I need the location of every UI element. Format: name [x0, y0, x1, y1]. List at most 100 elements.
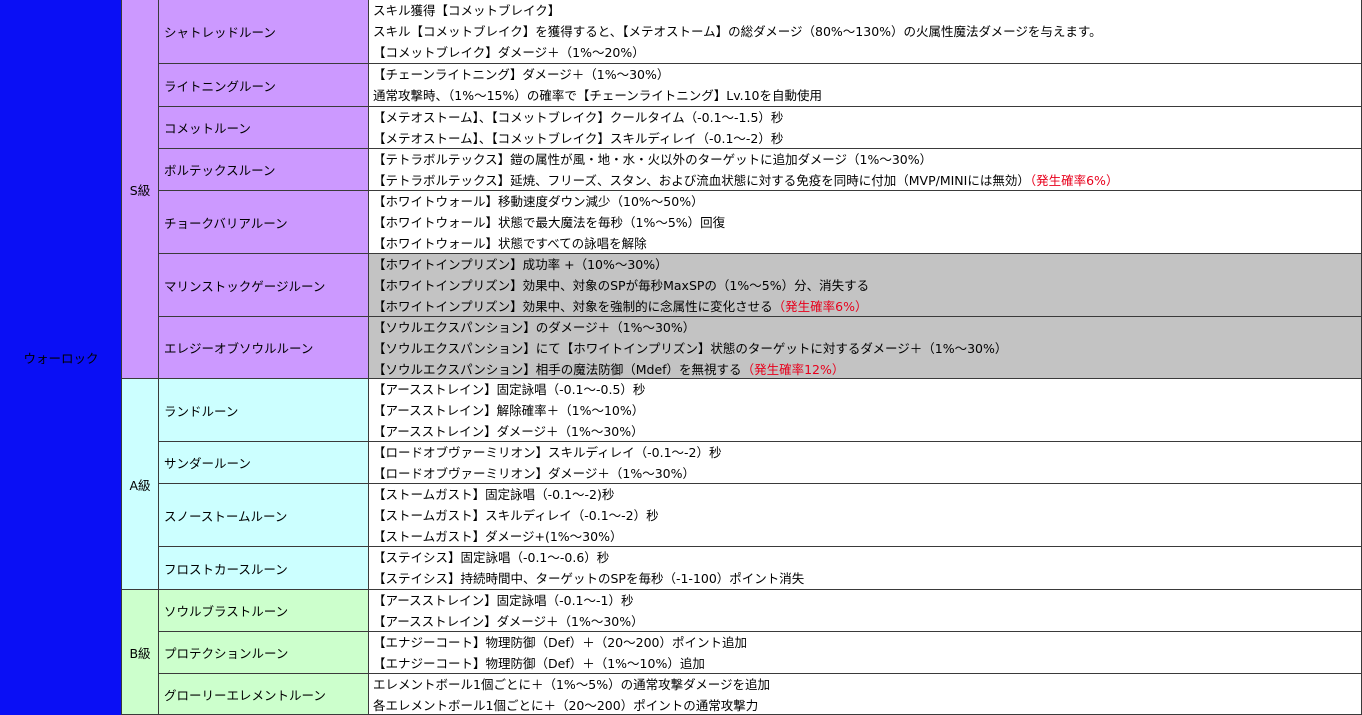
rune-name: グローリーエレメントルーン — [164, 687, 326, 703]
rune-name: マリンストックゲージルーン — [164, 278, 326, 294]
effect-line: 【ソウルエクスパンション】相手の魔法防御（Mdef）を無視する（発生確率12%） — [373, 359, 1362, 380]
rune-effect-cell: 【ホワイトウォール】移動速度ダウン減少（10%～50%） 【ホワイトウォール】状態… — [369, 191, 1362, 254]
effect-line: 【チェーンライトニング】ダメージ＋（1%～30%） — [373, 64, 1362, 85]
effect-text: 【アースストレイン】ダメージ＋（1%～30%） — [373, 614, 644, 629]
grade-label: S級 — [129, 182, 151, 198]
rune-name-cell: エレジーオブソウルルーン — [159, 317, 369, 379]
effect-line: 【ロードオブヴァーミリオン】スキルディレイ（-0.1～-2）秒 — [373, 442, 1362, 463]
effect-text: 【ホワイトウォール】移動速度ダウン減少（10%～50%） — [373, 194, 704, 209]
effect-line: 【アースストレイン】ダメージ＋（1%～30%） — [373, 611, 1362, 632]
rune-effect-cell: 【ホワイトインプリズン】成功率 +（10%～30%） 【ホワイトインプリズン】効果… — [369, 254, 1362, 317]
rune-table: ウォーロック S級 A級 B級 シャトレッドルーン スキル獲得【コメットブレイク】… — [0, 0, 1362, 715]
rune-name-cell: ソウルブラストルーン — [159, 590, 369, 632]
effect-text: 【エナジーコート】物理防御（Def）＋（20～200）ポイント追加 — [373, 635, 747, 650]
rune-name: スノーストームルーン — [164, 508, 288, 524]
rune-effect-cell: 【テトラボルテックス】鎧の属性が風・地・水・火以外のターゲットに追加ダメージ（1… — [369, 149, 1362, 191]
effect-line: 【ストームガスト】固定詠唱（-0.1～-2)秒 — [373, 484, 1362, 505]
rune-name: エレジーオブソウルルーン — [164, 341, 314, 356]
rune-name-cell: プロテクションルーン — [159, 632, 369, 674]
effect-line: 【ホワイトウォール】状態ですべての詠唱を解除 — [373, 233, 1362, 254]
rune-effect-cell: 【メテオストーム】、【コメットブレイク】クールタイム（-0.1～-1.5）秒【メ… — [369, 107, 1362, 149]
effect-line: 【ソウルエクスパンション】にて【ホワイトインプリズン】状態のターゲットに対するダ… — [373, 338, 1362, 359]
effect-line: 【メテオストーム】、【コメットブレイク】スキルディレイ（-0.1～-2）秒 — [373, 128, 1362, 149]
effect-line: 【エナジーコート】物理防御（Def）＋（1%～10%）追加 — [373, 653, 1362, 674]
grade-a-cell: A級 — [122, 379, 159, 590]
rune-name-cell: スノーストームルーン — [159, 484, 369, 547]
effect-line: 【メテオストーム】、【コメットブレイク】クールタイム（-0.1～-1.5）秒 — [373, 107, 1362, 128]
rune-effect-cell: 【ロードオブヴァーミリオン】スキルディレイ（-0.1～-2）秒 【ロードオブヴァー… — [369, 442, 1362, 484]
rune-name-cell: ランドルーン — [159, 379, 369, 442]
effect-line: スキル【コメットブレイク】を獲得すると、【メテオストーム】の総ダメージ（80%～… — [373, 21, 1362, 42]
class-name: ウォーロック — [23, 351, 99, 366]
effect-text: 【ステイシス】固定詠唱（-0.1～-0.6）秒 — [373, 550, 610, 565]
effect-line: 【ホワイトウォール】移動速度ダウン減少（10%～50%） — [373, 191, 1362, 212]
effect-text: スキル獲得【コメットブレイク】 — [373, 3, 561, 18]
effect-text: 【ソウルエクスパンション】のダメージ＋（1%～30%） — [373, 320, 696, 335]
grade-s-cell: S級 — [122, 0, 159, 379]
effect-line: 【ホワイトインプリズン】効果中、対象を強制的に念属性に変化させる（発生確率6%） — [373, 296, 1362, 317]
effect-line: 【ロードオブヴァーミリオン】ダメージ＋（1%～30%） — [373, 463, 1362, 484]
grade-b-cell: B級 — [122, 590, 159, 715]
rune-name: サンダールーン — [164, 456, 251, 471]
effect-line: 【アースストレイン】固定詠唱（-0.1～-1）秒 — [373, 590, 1362, 611]
effect-text: 【アースストレイン】ダメージ＋（1%～30%） — [373, 424, 644, 439]
rune-name-cell: マリンストックゲージルーン — [159, 254, 369, 317]
effect-line: 【ステイシス】持続時間中、ターゲットのSPを毎秒（-1-100）ポイント消失 — [373, 568, 1362, 589]
proc-chance-text: （発生確率6%） — [772, 299, 868, 314]
effect-text: 通常攻撃時、（1%～15%）の確率で【チェーンライトニング】Lv.10を自動使用 — [373, 88, 823, 103]
effect-text: 【ロードオブヴァーミリオン】スキルディレイ（-0.1～-2）秒 — [373, 445, 722, 460]
effect-text: 【ホワイトインプリズン】成功率 +（10%～30%） — [373, 257, 668, 272]
rune-effect-cell: 【チェーンライトニング】ダメージ＋（1%～30%） 通常攻撃時、（1%～15%）の… — [369, 64, 1362, 107]
effect-line: エレメントボール1個ごとに＋（1%～5%）の通常攻撃ダメージを追加 — [373, 674, 1362, 695]
effect-line: 【ホワイトインプリズン】成功率 +（10%～30%） — [373, 254, 1362, 275]
effect-line: 【アースストレイン】固定詠唱（-0.1～-0.5）秒 — [373, 379, 1362, 400]
effect-text: 【エナジーコート】物理防御（Def）＋（1%～10%）追加 — [373, 656, 705, 671]
effect-line: 【アースストレイン】解除確率＋（1%～10%） — [373, 400, 1362, 421]
proc-chance-text: （発生確率6%） — [1029, 173, 1119, 188]
effect-text: 【ストームガスト】ダメージ+(1%～30%） — [373, 529, 623, 544]
effect-text: 【ホワイトインプリズン】効果中、対象を強制的に念属性に変化させる — [373, 299, 773, 314]
rune-name: ボルテックスルーン — [164, 163, 276, 178]
effect-text: 【ストームガスト】固定詠唱（-0.1～-2)秒 — [373, 487, 615, 502]
effect-text: 【コメットブレイク】ダメージ＋（1%～20%） — [373, 45, 645, 60]
effect-text: 【ホワイトウォール】状態ですべての詠唱を解除 — [373, 236, 647, 251]
rune-name-cell: シャトレッドルーン — [159, 0, 369, 64]
grade-label: A級 — [129, 477, 151, 493]
effect-text: 各エレメントボール1個ごとに＋（20～200）ポイントの通常攻撃力 — [373, 698, 759, 713]
grade-label: B級 — [129, 645, 151, 661]
effect-text: 【アースストレイン】固定詠唱（-0.1～-0.5）秒 — [373, 382, 646, 397]
effect-line: 【テトラボルテックス】鎧の属性が風・地・水・火以外のターゲットに追加ダメージ（1… — [373, 149, 1362, 170]
rune-name: プロテクションルーン — [164, 646, 289, 661]
rune-name-cell: コメットルーン — [159, 107, 369, 149]
rune-name: フロストカースルーン — [164, 561, 288, 577]
effect-line: 各エレメントボール1個ごとに＋（20～200）ポイントの通常攻撃力 — [373, 695, 1362, 715]
effect-text: 【アースストレイン】解除確率＋（1%～10%） — [373, 403, 645, 418]
rune-name-cell: サンダールーン — [159, 442, 369, 484]
rune-effect-cell: スキル獲得【コメットブレイク】スキル【コメットブレイク】を獲得すると、【メテオス… — [369, 0, 1362, 64]
rune-effect-cell: 【ソウルエクスパンション】のダメージ＋（1%～30%） 【ソウルエクスパンション】… — [369, 317, 1362, 379]
effect-line: 【アースストレイン】ダメージ＋（1%～30%） — [373, 421, 1362, 442]
effect-text: 【ソウルエクスパンション】にて【ホワイトインプリズン】状態のターゲットに対するダ… — [373, 341, 1008, 356]
effect-text: 【アースストレイン】固定詠唱（-0.1～-1）秒 — [373, 593, 634, 608]
rune-name-cell: ボルテックスルーン — [159, 149, 369, 191]
rune-name-cell: ライトニングルーン — [159, 64, 369, 107]
effect-text: 【ホワイトウォール】状態で最大魔法を毎秒（1%～5%）回復 — [373, 215, 726, 230]
rune-name-cell: チョークバリアルーン — [159, 191, 369, 254]
rune-effect-cell: 【アースストレイン】固定詠唱（-0.1～-1）秒 【アースストレイン】ダメージ＋（… — [369, 590, 1362, 632]
rune-effect-cell: 【エナジーコート】物理防御（Def）＋（20～200）ポイント追加 【エナジーコー… — [369, 632, 1362, 674]
effect-text: 【メテオストーム】、【コメットブレイク】クールタイム（-0.1～-1.5）秒 — [373, 110, 784, 125]
effect-text: 【ロードオブヴァーミリオン】ダメージ＋（1%～30%） — [373, 466, 695, 481]
effect-text: 【ストームガスト】スキルディレイ（-0.1～-2）秒 — [373, 508, 659, 523]
rune-name: シャトレッドルーン — [164, 25, 276, 40]
effect-line: 【ホワイトインプリズン】効果中、対象のSPが毎秒MaxSPの（1%～5%）分、消… — [373, 275, 1362, 296]
effect-text: エレメントボール1個ごとに＋（1%～5%）の通常攻撃ダメージを追加 — [373, 677, 770, 692]
effect-line: 【テトラボルテックス】延焼、フリーズ、スタン、および流血状態に対する免疫を同時に… — [373, 170, 1362, 191]
effect-line: 【ホワイトウォール】状態で最大魔法を毎秒（1%～5%）回復 — [373, 212, 1362, 233]
effect-text: 【テトラボルテックス】延焼、フリーズ、スタン、および流血状態に対する免疫を同時に… — [373, 173, 1030, 188]
effect-line: スキル獲得【コメットブレイク】 — [373, 0, 1362, 21]
effect-text: 【ホワイトインプリズン】効果中、対象のSPが毎秒MaxSPの（1%～5%）分、消… — [373, 278, 870, 293]
proc-chance-text: （発生確率12%） — [741, 362, 845, 377]
rune-effect-cell: 【ストームガスト】固定詠唱（-0.1～-2)秒【ストームガスト】スキルディレイ（… — [369, 484, 1362, 547]
class-cell: ウォーロック — [0, 0, 122, 715]
effect-line: 【ソウルエクスパンション】のダメージ＋（1%～30%） — [373, 317, 1362, 338]
